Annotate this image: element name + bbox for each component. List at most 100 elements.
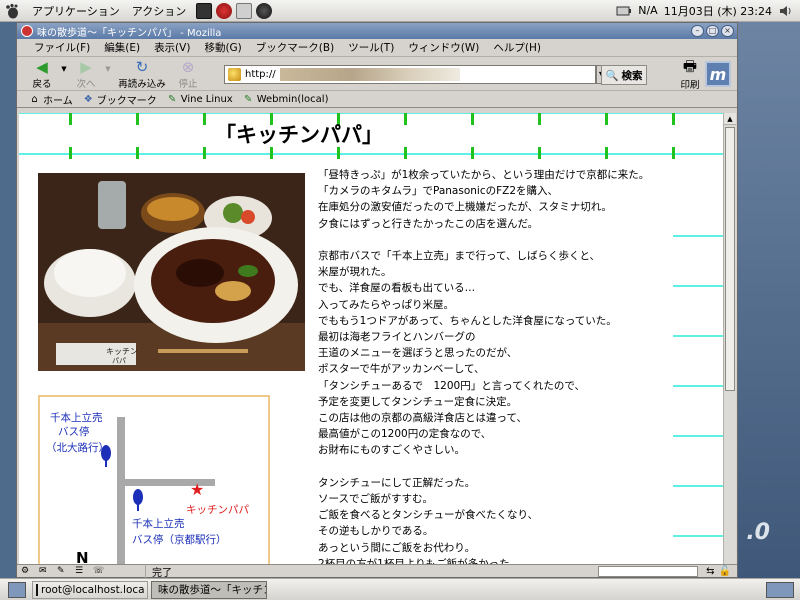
reload-label: 再読み込み [118,78,166,90]
mail-launcher-icon[interactable] [236,2,253,19]
workspace-switcher[interactable] [766,581,794,598]
actions-menu[interactable]: アクション [126,3,192,19]
url-bar[interactable]: http:// [224,65,596,84]
browser-window: 味の散歩道〜「キッチンパパ」 - Mozilla – □ × ファイル(F) 編… [16,22,738,579]
bookmarks-icon: ❖ [83,93,93,105]
scrollbar-thumb[interactable] [725,127,735,391]
top-panel: アプリケーション アクション N/A 11月03日 (木) 23:24 [0,0,800,22]
battery-status: N/A [638,4,658,17]
address-book-icon[interactable]: ☰ [75,566,89,577]
security-lock-icon[interactable]: 🔓 [719,566,731,577]
window-title: 味の散歩道〜「キッチンパパ」 - Mozilla [37,27,222,39]
menu-file[interactable]: ファイル(F) [27,40,97,55]
map-north-label: N [76,549,89,564]
task-mozilla-label: 味の散歩道〜「キッチン [158,584,267,596]
scroll-up-icon[interactable]: ▲ [724,113,736,125]
story-line: 予定を変更してタンシチュー定食に決定。 [318,395,518,408]
page-content[interactable]: 「キッチンパパ」 キッチン パパ 千本上立売 バス停 （北大路行） ★ キッチン… [19,113,723,564]
access-map: 千本上立売 バス停 （北大路行） ★ キッチンパパ 千本上立売 バス停（京都駅行… [38,395,270,564]
taskbar-terminal[interactable]: root@localhost.loca [32,580,148,599]
story-text: 「昼特きっぷ」が1枚余っていたから、という理由だけで京都に来た。 「カメラのキタ… [318,167,678,564]
menu-edit[interactable]: 編集(E) [97,40,147,55]
volume-icon[interactable] [778,4,794,18]
vertical-scrollbar[interactable]: ▲ [723,113,736,564]
bottom-panel: root@localhost.loca 味の散歩道〜「キッチン [0,578,800,600]
show-desktop-button[interactable] [8,581,26,598]
applications-menu[interactable]: アプリケーション [26,3,126,19]
bookmark-home-label: ホーム [43,95,73,107]
access-map-illustration: 千本上立売 バス停 （北大路行） ★ キッチンパパ 千本上立売 バス停（京都駅行… [46,411,249,564]
menu-help[interactable]: ヘルプ(H) [486,40,548,55]
bookmark-home[interactable]: ⌂ ホーム [29,92,73,107]
bus-stop-pin-icon [133,489,143,511]
window-menu-icon[interactable] [21,25,33,37]
terminal-icon [36,583,38,596]
page-icon [228,68,241,81]
desktop-background [738,22,800,578]
bookmark-webmin[interactable]: ✎ Webmin(local) [243,93,328,105]
background-guide-line [673,435,723,437]
menu-window[interactable]: ウィンドウ(W) [401,40,486,55]
maximize-button[interactable]: □ [706,25,719,37]
story-line: この店は他の京都の高級洋食店とは違って、 [318,412,527,425]
stop-button[interactable]: ⊗ 停止 [171,58,205,90]
clock[interactable]: 11月03日 (木) 23:24 [664,3,772,19]
bug-launcher-icon[interactable] [256,2,273,19]
reload-button[interactable]: ↻ 再読み込み [113,58,171,90]
online-icon[interactable]: ⇆ [706,566,714,577]
browser-launcher-icon[interactable] [216,2,233,19]
food-photo: キッチン パパ [38,173,305,371]
menubar: ファイル(F) 編集(E) 表示(V) 移動(G) ブックマーク(B) ツール(… [17,39,737,57]
story-line: ソースでご飯がすすむ。 [318,493,433,506]
mail-icon[interactable]: ✉ [39,566,53,577]
background-guide-tick [672,113,675,125]
bookmarks-toolbar: ⌂ ホーム ❖ ブックマーク ✎ Vine Linux ✎ Webmin(loc… [17,91,737,108]
map-stop1-line1: 千本上立売 [50,411,103,424]
print-button[interactable]: 🖶 印刷 [673,57,707,92]
navigator-icon[interactable]: ⚙ [21,566,35,577]
background-guide-line [673,485,723,487]
status-bar: ⚙ ✉ ✎ ☰ ☏ 完了 ⇆ 🔓 [17,564,737,579]
back-button[interactable]: ◀ 戻る [25,58,59,90]
map-stop2-line2: バス停（京都駅行） [132,533,227,546]
story-line: 王道のメニューを選ぼうと思ったのだが、 [318,347,518,360]
story-line: 入ってみたらやっぱり米屋。 [318,298,454,311]
menu-bookmarks[interactable]: ブックマーク(B) [249,40,341,55]
mozilla-logo[interactable]: m [705,61,731,87]
menu-tools[interactable]: ツール(T) [341,40,401,55]
navigation-toolbar: ◀ 戻る ▼ ▶ 次へ ▼ ↻ 再読み込み ⊗ 停止 http:// ▼ 🔍 検… [17,57,737,91]
photo-label-line1: キッチン [106,347,138,356]
irc-icon[interactable]: ☏ [93,566,107,577]
forward-label: 次へ [76,78,96,90]
search-icon: 🔍 [605,69,619,82]
story-line: ご飯を食べるとタンシチューが食べたくなり、 [318,509,539,522]
menu-go[interactable]: 移動(G) [197,40,248,55]
taskbar-mozilla[interactable]: 味の散歩道〜「キッチン [151,580,267,599]
forward-dropdown-icon[interactable]: ▼ [103,65,113,73]
link-icon: ✎ [244,93,253,105]
background-guide-line [673,335,723,337]
menu-view[interactable]: 表示(V) [147,40,197,55]
gnome-foot-icon[interactable] [4,3,20,19]
bookmark-vine-label: Vine Linux [180,93,233,105]
photo-label-line2: パパ [112,357,126,365]
minimize-button[interactable]: – [691,25,704,37]
terminal-launcher-icon[interactable] [196,2,213,19]
window-titlebar[interactable]: 味の散歩道〜「キッチンパパ」 - Mozilla – □ × [17,23,737,39]
story-line: でも、洋食屋の看板も出ている… [318,282,476,295]
bus-stop-pin-icon [101,445,111,467]
page-title: 「キッチンパパ」 [215,123,383,147]
bookmark-bookmarks-label: ブックマーク [96,95,157,107]
food-photo-illustration: キッチン パパ [38,173,305,371]
story-line: 「昼特きっぷ」が1枚余っていたから、という理由だけで京都に来た。 [318,169,650,181]
back-dropdown-icon[interactable]: ▼ [59,65,69,73]
story-line: 最初は海老フライとハンバーグの [318,331,476,344]
search-button[interactable]: 🔍 検索 [601,65,647,85]
forward-button[interactable]: ▶ 次へ [69,58,103,90]
background-guide-line [673,535,723,537]
close-button[interactable]: × [721,25,734,37]
bookmark-vine-linux[interactable]: ✎ Vine Linux [167,94,233,105]
bookmark-bookmarks[interactable]: ❖ ブックマーク [83,92,157,107]
composer-icon[interactable]: ✎ [57,566,71,577]
